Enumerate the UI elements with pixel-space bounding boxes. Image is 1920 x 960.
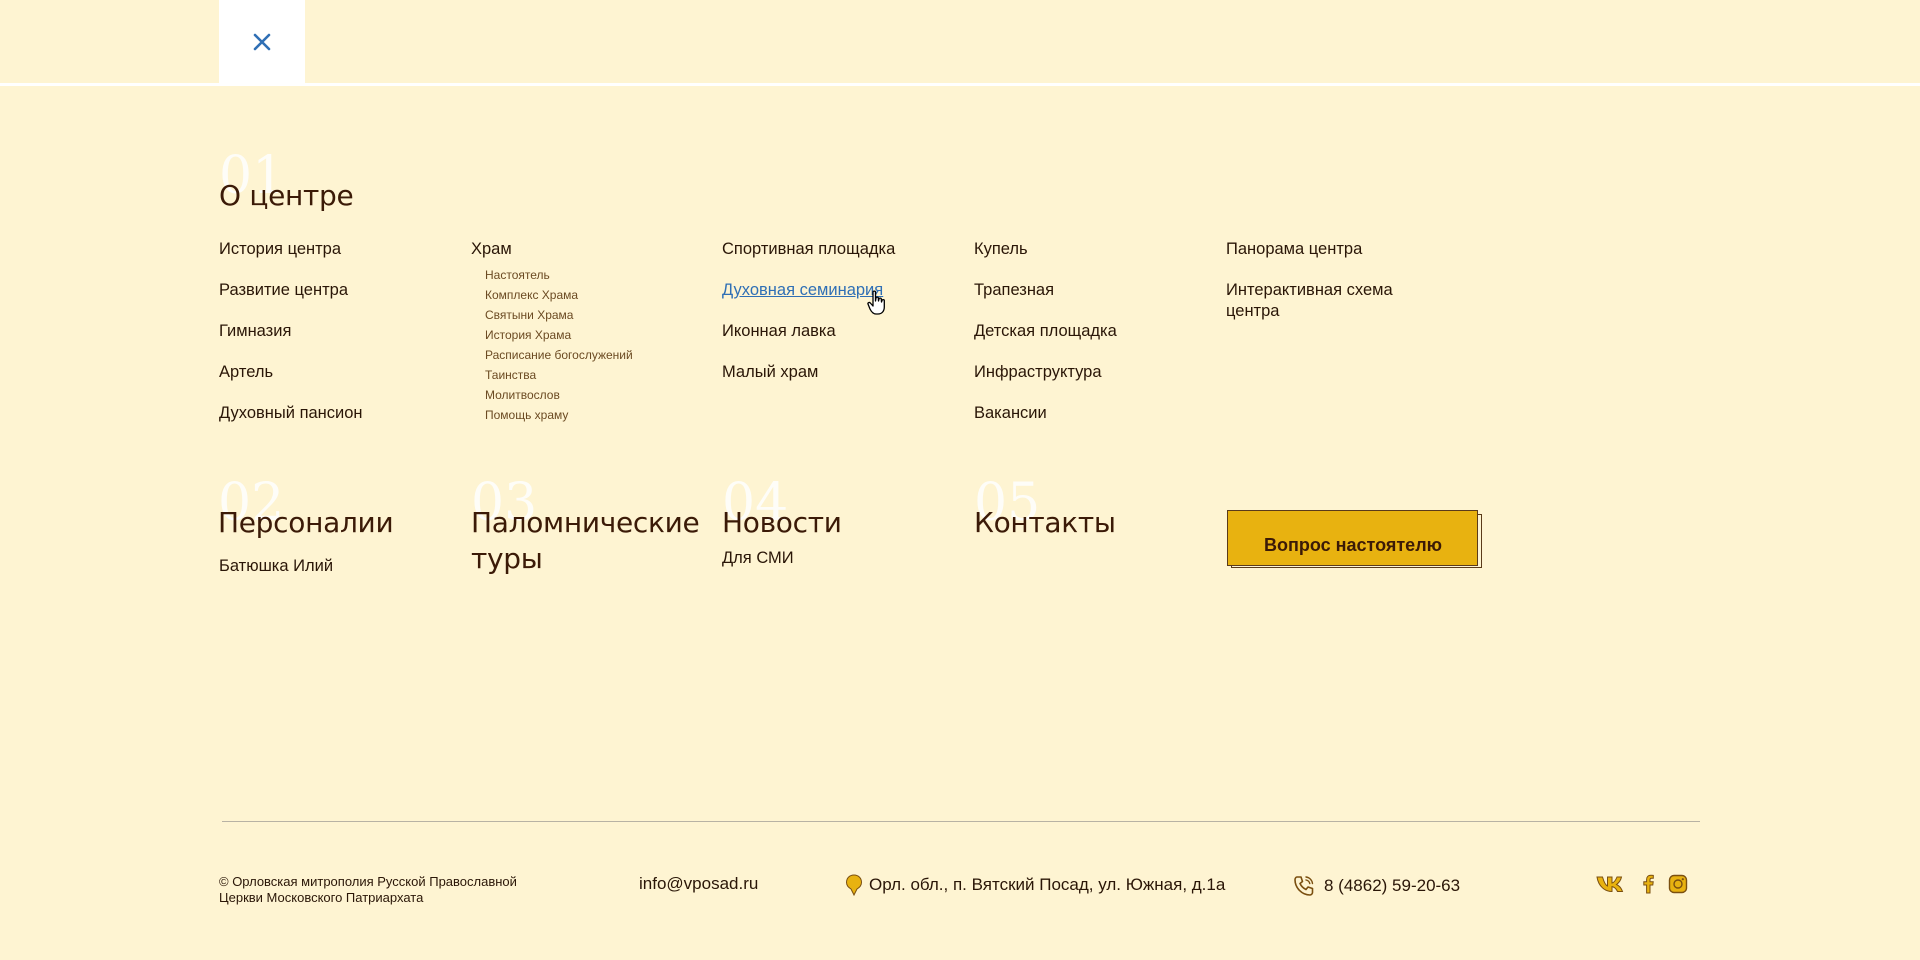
footer-copyright: © Орловская митрополия Русской Православ… (219, 874, 517, 905)
instagram-icon (1668, 874, 1688, 894)
about-column-5: Панорама центра Интерактивная схема цент… (1226, 239, 1416, 322)
submenu-link[interactable]: Комплекс Храма (485, 285, 633, 305)
section-about-header: 01 О центре (219, 150, 354, 214)
about-column-2: Храм Настоятель Комплекс Храма Святыни Х… (471, 239, 633, 425)
menu-link-temple[interactable]: Храм (471, 239, 633, 260)
menu-link[interactable]: Духовный пансион (219, 403, 363, 424)
section-title-about[interactable]: О центре (219, 178, 354, 214)
submenu-link[interactable]: Настоятель (485, 265, 633, 285)
section-personalities-header: 02 Персоналии (218, 477, 394, 541)
phone-icon (1294, 876, 1314, 896)
section-title-news[interactable]: Новости (722, 505, 842, 541)
footer-address: Орл. обл., п. Вятский Посад, ул. Южная, … (845, 874, 1225, 896)
temple-submenu: Настоятель Комплекс Храма Святыни Храма … (471, 265, 633, 425)
footer-divider (222, 821, 1700, 822)
footer-phone[interactable]: 8 (4862) 59-20-63 (1292, 874, 1460, 898)
section-news-header: 04 Новости (722, 477, 842, 541)
ask-priest-wrapper: Вопрос настоятелю (1227, 510, 1482, 570)
section-about: 01 О центре (219, 150, 354, 214)
top-bar (0, 0, 1920, 86)
menu-link[interactable]: Спортивная площадка (722, 239, 895, 260)
ask-priest-button[interactable]: Вопрос настоятелю (1227, 510, 1478, 566)
section-contacts: 05 Контакты (974, 477, 1116, 541)
hand-cursor-icon (867, 290, 885, 315)
menu-link[interactable]: Артель (219, 362, 363, 383)
section-contacts-header: 05 Контакты (974, 477, 1116, 541)
facebook-icon (1643, 874, 1654, 894)
vk-icon (1596, 876, 1624, 893)
menu-link[interactable]: Малый храм (722, 362, 895, 383)
about-column-1: История центра Развитие центра Гимназия … (219, 239, 363, 424)
submenu-link[interactable]: Расписание богослужений (485, 345, 633, 365)
section-pilgrim-header: 03 Паломнические туры (471, 477, 700, 577)
close-menu-button[interactable] (219, 0, 305, 84)
menu-link[interactable]: История центра (219, 239, 363, 260)
submenu-link[interactable]: Помощь храму (485, 405, 633, 425)
about-column-4: Купель Трапезная Детская площадка Инфрас… (974, 239, 1117, 424)
menu-link[interactable]: Развитие центра (219, 280, 363, 301)
instagram-link[interactable] (1668, 872, 1688, 896)
menu-link[interactable]: Вакансии (974, 403, 1117, 424)
footer-address-text: Орл. обл., п. Вятский Посад, ул. Южная, … (869, 875, 1226, 894)
submenu-link[interactable]: Таинства (485, 365, 633, 385)
section-title-personalities[interactable]: Персоналии (218, 505, 394, 541)
menu-link[interactable]: Трапезная (974, 280, 1117, 301)
menu-link[interactable]: Иконная лавка (722, 321, 895, 342)
section-personalities: 02 Персоналии Батюшка Илий (218, 477, 394, 577)
menu-link[interactable]: Детская площадка (974, 321, 1117, 342)
footer-email-link[interactable]: info@vposad.ru (639, 874, 758, 894)
close-icon (253, 33, 271, 51)
facebook-link[interactable] (1642, 872, 1654, 896)
social-links (1596, 872, 1688, 896)
section-title-pilgrim[interactable]: Паломнические туры (471, 505, 700, 577)
submenu-link[interactable]: Молитвослов (485, 385, 633, 405)
submenu-link[interactable]: Святыни Храма (485, 305, 633, 325)
footer-phone-text: 8 (4862) 59-20-63 (1324, 876, 1461, 895)
menu-link[interactable]: Купель (974, 239, 1117, 260)
submenu-link[interactable]: История Храма (485, 325, 633, 345)
vk-link[interactable] (1596, 872, 1628, 896)
menu-link[interactable]: Панорама центра (1226, 239, 1416, 260)
section-news: 04 Новости Для СМИ (722, 477, 842, 569)
section-title-contacts[interactable]: Контакты (974, 505, 1116, 541)
menu-link[interactable]: Инфраструктура (974, 362, 1117, 383)
menu-link[interactable]: Гимназия (219, 321, 363, 342)
map-pin-icon (845, 874, 863, 896)
section-pilgrim: 03 Паломнические туры (471, 477, 700, 577)
menu-link[interactable]: Для СМИ (722, 548, 842, 569)
menu-link[interactable]: Батюшка Илий (219, 556, 393, 577)
menu-link[interactable]: Интерактивная схема центра (1226, 280, 1416, 322)
